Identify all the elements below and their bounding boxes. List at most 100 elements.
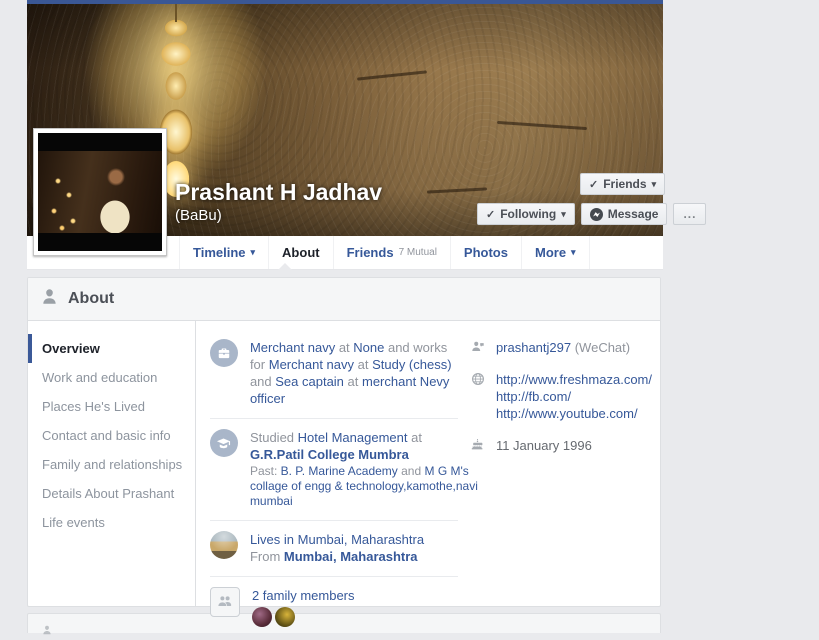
active-tab-pointer bbox=[278, 263, 292, 270]
work-text: Merchant navy at None and works for Merc… bbox=[250, 339, 458, 407]
lives-in-city-link[interactable]: Mumbai, Maharashtra bbox=[298, 532, 424, 547]
facebook-top-bar bbox=[27, 0, 663, 4]
work-link[interactable]: Merchant navy bbox=[250, 340, 335, 355]
person-icon bbox=[41, 288, 58, 310]
person-chat-icon bbox=[470, 339, 486, 356]
education-field-link[interactable]: Hotel Management bbox=[298, 430, 408, 445]
birthday-text: 11 January 1996 bbox=[496, 437, 592, 454]
sidebar-item-places-lived[interactable]: Places He's Lived bbox=[28, 392, 195, 421]
work-link[interactable]: Sea captain bbox=[275, 374, 344, 389]
tab-more-label: More bbox=[535, 245, 566, 260]
work-link[interactable]: Study (chess) bbox=[372, 357, 451, 372]
mutual-friends-count: 7 Mutual bbox=[399, 247, 437, 258]
education-current: Studied Hotel Management at G.R.Patil Co… bbox=[250, 429, 476, 463]
website-link[interactable]: http://fb.com/ bbox=[496, 388, 652, 405]
contact-info-column: prashantj297 (WeChat) http://www.freshma… bbox=[458, 321, 660, 606]
profile-page: Prashant H Jadhav (BaBu) ✓Friends▾ ✓Foll… bbox=[27, 0, 663, 629]
about-card-body: Overview Work and education Places He's … bbox=[28, 321, 660, 606]
graduation-cap-icon bbox=[210, 429, 238, 457]
tab-photos-label: Photos bbox=[464, 245, 508, 260]
website-link[interactable]: http://www.youtube.com/ bbox=[496, 405, 652, 422]
work-link[interactable]: None bbox=[353, 340, 384, 355]
profile-picture-frame bbox=[33, 128, 167, 256]
messenger-service: (WeChat) bbox=[571, 340, 630, 355]
work-connector: at bbox=[354, 357, 372, 372]
education-text: Studied Hotel Management at G.R.Patil Co… bbox=[250, 429, 476, 509]
sidebar-item-life-events[interactable]: Life events bbox=[28, 508, 195, 537]
globe-icon bbox=[470, 371, 486, 422]
tab-friends-label: Friends bbox=[347, 245, 394, 260]
city-photo-icon[interactable] bbox=[210, 531, 238, 559]
work-row: Merchant navy at None and works for Merc… bbox=[210, 329, 458, 419]
work-connector: at bbox=[335, 340, 353, 355]
profile-nickname: (BaBu) bbox=[175, 207, 222, 224]
ellipsis-icon: ... bbox=[683, 207, 696, 221]
tab-photos[interactable]: Photos bbox=[450, 236, 521, 269]
about-sidebar: Overview Work and education Places He's … bbox=[28, 321, 196, 606]
overview-info-column: Merchant navy at None and works for Merc… bbox=[196, 321, 458, 606]
birthday-row: 11 January 1996 bbox=[470, 437, 652, 454]
past-connector: and bbox=[398, 464, 425, 478]
from-city-link[interactable]: Mumbai, Maharashtra bbox=[284, 549, 418, 564]
tab-friends[interactable]: Friends 7 Mutual bbox=[333, 236, 450, 269]
sidebar-item-details-about[interactable]: Details About Prashant bbox=[28, 479, 195, 508]
check-icon: ✓ bbox=[486, 208, 495, 221]
overview-content: Merchant navy at None and works for Merc… bbox=[196, 321, 660, 606]
message-button-label: Message bbox=[608, 207, 659, 221]
past-school-link[interactable]: B. P. Marine Academy bbox=[281, 464, 398, 478]
chevron-down-icon: ▾ bbox=[251, 247, 256, 258]
tab-more[interactable]: More ▾ bbox=[521, 236, 590, 269]
work-connector: and bbox=[250, 374, 275, 389]
lives-in-link[interactable]: Lives in bbox=[250, 532, 298, 547]
friends-button[interactable]: ✓ Friends ▾ bbox=[580, 173, 665, 195]
messenger-text: prashantj297 (WeChat) bbox=[496, 339, 630, 356]
tab-timeline[interactable]: Timeline▾ bbox=[179, 236, 268, 269]
about-card: About Overview Work and education Places… bbox=[27, 277, 661, 607]
websites-list: http://www.freshmaza.com/ http://fb.com/… bbox=[496, 371, 652, 422]
education-row: Studied Hotel Management at G.R.Patil Co… bbox=[210, 419, 458, 521]
action-button-row: ✓ Following ▾ Message ... bbox=[477, 203, 706, 225]
sidebar-item-work-education[interactable]: Work and education bbox=[28, 363, 195, 392]
message-button[interactable]: Message bbox=[581, 203, 668, 225]
check-icon: ✓ bbox=[589, 178, 598, 191]
family-member-avatar[interactable] bbox=[252, 607, 272, 627]
briefcase-icon bbox=[210, 339, 238, 367]
messenger-username[interactable]: prashantj297 bbox=[496, 340, 571, 355]
education-connector: Studied bbox=[250, 430, 298, 445]
family-group-icon bbox=[210, 587, 240, 617]
from-label: From bbox=[250, 549, 284, 564]
education-connector: at bbox=[407, 430, 421, 445]
websites-row: http://www.freshmaza.com/ http://fb.com/… bbox=[470, 371, 652, 422]
family-text: 2 family members bbox=[252, 587, 458, 627]
past-label: Past: bbox=[250, 464, 281, 478]
from-line: From Mumbai, Maharashtra bbox=[250, 548, 458, 565]
about-card-title: About bbox=[68, 290, 114, 308]
following-button[interactable]: ✓ Following ▾ bbox=[477, 203, 575, 225]
birthday-cake-icon bbox=[470, 437, 486, 454]
messenger-row: prashantj297 (WeChat) bbox=[470, 339, 652, 356]
following-button-label: Following bbox=[500, 207, 556, 221]
lives-in-text: Lives in Mumbai, Maharashtra From Mumbai… bbox=[250, 531, 458, 565]
sidebar-item-overview[interactable]: Overview bbox=[28, 334, 195, 363]
family-members-link[interactable]: 2 family members bbox=[252, 588, 355, 603]
about-card-header: About bbox=[28, 278, 660, 321]
work-connector: at bbox=[344, 374, 362, 389]
chevron-down-icon: ▾ bbox=[571, 247, 576, 258]
lives-in-row: Lives in Mumbai, Maharashtra From Mumbai… bbox=[210, 521, 458, 577]
more-options-button[interactable]: ... bbox=[673, 203, 706, 225]
family-avatars bbox=[252, 607, 458, 627]
chevron-down-icon: ▾ bbox=[652, 179, 657, 190]
section-icon bbox=[42, 622, 52, 640]
work-link[interactable]: Merchant navy bbox=[269, 357, 354, 372]
chevron-down-icon: ▾ bbox=[561, 209, 566, 220]
sidebar-item-contact-basic-info[interactable]: Contact and basic info bbox=[28, 421, 195, 450]
profile-picture[interactable] bbox=[38, 133, 162, 251]
family-member-avatar[interactable] bbox=[275, 607, 295, 627]
tab-about-label: About bbox=[282, 245, 320, 260]
lives-in-line: Lives in Mumbai, Maharashtra bbox=[250, 531, 458, 548]
website-link[interactable]: http://www.freshmaza.com/ bbox=[496, 371, 652, 388]
messenger-icon bbox=[590, 208, 603, 221]
sidebar-item-family-relationships[interactable]: Family and relationships bbox=[28, 450, 195, 479]
education-school-link[interactable]: G.R.Patil College Mumbra bbox=[250, 447, 409, 462]
friends-button-label: Friends bbox=[603, 177, 646, 191]
